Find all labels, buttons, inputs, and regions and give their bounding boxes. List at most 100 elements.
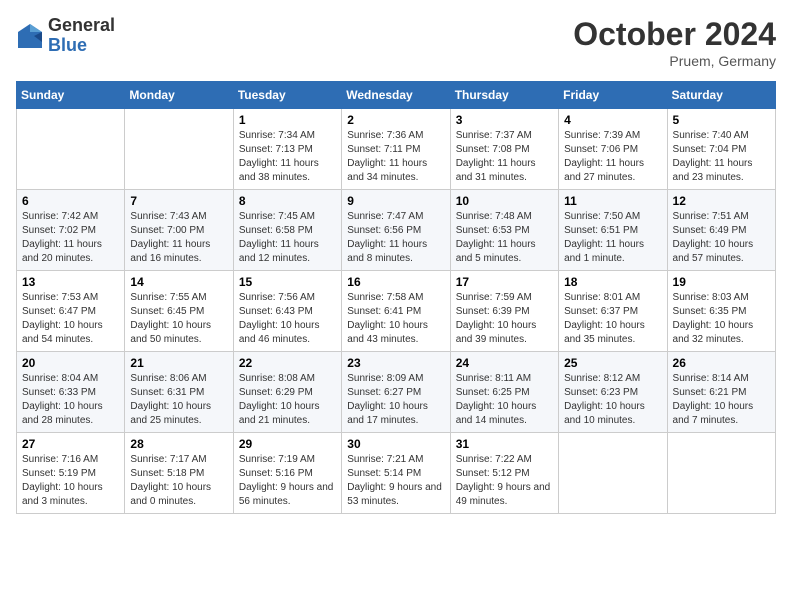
- week-row-2: 6 Sunrise: 7:42 AMSunset: 7:02 PMDaylight…: [17, 190, 776, 271]
- day-number: 4: [564, 113, 661, 127]
- day-number: 29: [239, 437, 336, 451]
- day-cell: 14 Sunrise: 7:55 AMSunset: 6:45 PMDayligh…: [125, 271, 233, 352]
- logo: General Blue: [16, 16, 115, 56]
- header-thursday: Thursday: [450, 82, 558, 109]
- day-cell: 5 Sunrise: 7:40 AMSunset: 7:04 PMDaylight…: [667, 109, 775, 190]
- day-detail: Sunrise: 8:04 AMSunset: 6:33 PMDaylight:…: [22, 372, 119, 428]
- day-cell: 17Sunrise: 7:59 AMSunset: 6:39 PMDayligh…: [450, 271, 558, 352]
- week-row-4: 20 Sunrise: 8:04 AMSunset: 6:33 PMDayligh…: [17, 352, 776, 433]
- day-detail: Sunrise: 7:22 AMSunset: 5:12 PMDaylight:…: [456, 453, 553, 509]
- day-number: 2: [347, 113, 444, 127]
- day-number: 13: [22, 275, 119, 289]
- day-cell: [559, 433, 667, 514]
- day-cell: 29 Sunrise: 7:19 AMSunset: 5:16 PMDayligh…: [233, 433, 341, 514]
- day-cell: 9Sunrise: 7:47 AMSunset: 6:56 PMDaylight…: [342, 190, 450, 271]
- day-detail: Sunrise: 8:11 AMSunset: 6:25 PMDaylight:…: [456, 372, 553, 428]
- day-detail: Sunrise: 7:17 AMSunset: 5:18 PMDaylight:…: [130, 453, 227, 509]
- day-number: 30: [347, 437, 444, 451]
- week-row-5: 27 Sunrise: 7:16 AMSunset: 5:19 PMDayligh…: [17, 433, 776, 514]
- day-detail: Sunrise: 8:06 AMSunset: 6:31 PMDaylight:…: [130, 372, 227, 428]
- day-number: 20: [22, 356, 119, 370]
- day-cell: [125, 109, 233, 190]
- day-detail: Sunrise: 7:48 AMSunset: 6:53 PMDaylight:…: [456, 210, 553, 266]
- day-cell: 15Sunrise: 7:56 AMSunset: 6:43 PMDayligh…: [233, 271, 341, 352]
- day-detail: Sunrise: 7:19 AMSunset: 5:16 PMDaylight:…: [239, 453, 336, 509]
- day-number: 26: [673, 356, 770, 370]
- day-cell: 1 Sunrise: 7:34 AMSunset: 7:13 PMDaylight…: [233, 109, 341, 190]
- day-detail: Sunrise: 8:08 AMSunset: 6:29 PMDaylight:…: [239, 372, 336, 428]
- day-detail: Sunrise: 7:16 AMSunset: 5:19 PMDaylight:…: [22, 453, 119, 509]
- day-cell: 8 Sunrise: 7:45 AMSunset: 6:58 PMDaylight…: [233, 190, 341, 271]
- day-number: 14: [130, 275, 227, 289]
- day-number: 28: [130, 437, 227, 451]
- day-detail: Sunrise: 7:39 AMSunset: 7:06 PMDaylight:…: [564, 129, 661, 185]
- day-cell: 23 Sunrise: 8:09 AMSunset: 6:27 PMDayligh…: [342, 352, 450, 433]
- day-cell: 24 Sunrise: 8:11 AMSunset: 6:25 PMDayligh…: [450, 352, 558, 433]
- day-cell: 19Sunrise: 8:03 AMSunset: 6:35 PMDayligh…: [667, 271, 775, 352]
- header-wednesday: Wednesday: [342, 82, 450, 109]
- day-number: 8: [239, 194, 336, 208]
- day-detail: Sunrise: 7:45 AMSunset: 6:58 PMDaylight:…: [239, 210, 336, 266]
- day-detail: Sunrise: 7:51 AMSunset: 6:49 PMDaylight:…: [673, 210, 770, 266]
- day-detail: Sunrise: 7:55 AMSunset: 6:45 PMDaylight:…: [130, 291, 227, 347]
- day-detail: Sunrise: 7:53 AMSunset: 6:47 PMDaylight:…: [22, 291, 119, 347]
- day-number: 23: [347, 356, 444, 370]
- day-detail: Sunrise: 8:14 AMSunset: 6:21 PMDaylight:…: [673, 372, 770, 428]
- day-cell: 31Sunrise: 7:22 AMSunset: 5:12 PMDayligh…: [450, 433, 558, 514]
- day-detail: Sunrise: 7:36 AMSunset: 7:11 PMDaylight:…: [347, 129, 444, 185]
- day-cell: 18 Sunrise: 8:01 AMSunset: 6:37 PMDayligh…: [559, 271, 667, 352]
- day-detail: Sunrise: 7:21 AMSunset: 5:14 PMDaylight:…: [347, 453, 444, 509]
- day-cell: 16 Sunrise: 7:58 AMSunset: 6:41 PMDayligh…: [342, 271, 450, 352]
- day-detail: Sunrise: 7:34 AMSunset: 7:13 PMDaylight:…: [239, 129, 336, 185]
- header-row: SundayMondayTuesdayWednesdayThursdayFrid…: [17, 82, 776, 109]
- day-number: 16: [347, 275, 444, 289]
- title-block: October 2024 Pruem, Germany: [573, 16, 776, 69]
- day-number: 18: [564, 275, 661, 289]
- day-detail: Sunrise: 7:42 AMSunset: 7:02 PMDaylight:…: [22, 210, 119, 266]
- day-cell: 13 Sunrise: 7:53 AMSunset: 6:47 PMDayligh…: [17, 271, 125, 352]
- day-number: 25: [564, 356, 661, 370]
- day-detail: Sunrise: 7:40 AMSunset: 7:04 PMDaylight:…: [673, 129, 770, 185]
- day-cell: 30 Sunrise: 7:21 AMSunset: 5:14 PMDayligh…: [342, 433, 450, 514]
- day-detail: Sunrise: 7:50 AMSunset: 6:51 PMDaylight:…: [564, 210, 661, 266]
- day-number: 21: [130, 356, 227, 370]
- day-cell: 7 Sunrise: 7:43 AMSunset: 7:00 PMDaylight…: [125, 190, 233, 271]
- calendar-body: 1 Sunrise: 7:34 AMSunset: 7:13 PMDaylight…: [17, 109, 776, 514]
- day-cell: 4 Sunrise: 7:39 AMSunset: 7:06 PMDaylight…: [559, 109, 667, 190]
- day-detail: Sunrise: 8:12 AMSunset: 6:23 PMDaylight:…: [564, 372, 661, 428]
- day-cell: 21 Sunrise: 8:06 AMSunset: 6:31 PMDayligh…: [125, 352, 233, 433]
- day-number: 10: [456, 194, 553, 208]
- header-friday: Friday: [559, 82, 667, 109]
- week-row-3: 13 Sunrise: 7:53 AMSunset: 6:47 PMDayligh…: [17, 271, 776, 352]
- day-number: 1: [239, 113, 336, 127]
- logo-general: General: [48, 16, 115, 36]
- logo-blue: Blue: [48, 36, 115, 56]
- day-cell: 28 Sunrise: 7:17 AMSunset: 5:18 PMDayligh…: [125, 433, 233, 514]
- logo-icon: [16, 22, 44, 50]
- day-number: 3: [456, 113, 553, 127]
- day-cell: [17, 109, 125, 190]
- day-cell: 26 Sunrise: 8:14 AMSunset: 6:21 PMDayligh…: [667, 352, 775, 433]
- day-cell: 2 Sunrise: 7:36 AMSunset: 7:11 PMDaylight…: [342, 109, 450, 190]
- calendar-header: SundayMondayTuesdayWednesdayThursdayFrid…: [17, 82, 776, 109]
- day-cell: 27 Sunrise: 7:16 AMSunset: 5:19 PMDayligh…: [17, 433, 125, 514]
- day-cell: 6 Sunrise: 7:42 AMSunset: 7:02 PMDaylight…: [17, 190, 125, 271]
- day-detail: Sunrise: 7:59 AMSunset: 6:39 PMDaylight:…: [456, 291, 553, 347]
- day-number: 22: [239, 356, 336, 370]
- day-number: 7: [130, 194, 227, 208]
- day-detail: Sunrise: 7:58 AMSunset: 6:41 PMDaylight:…: [347, 291, 444, 347]
- day-detail: Sunrise: 8:09 AMSunset: 6:27 PMDaylight:…: [347, 372, 444, 428]
- day-cell: 3Sunrise: 7:37 AMSunset: 7:08 PMDaylight…: [450, 109, 558, 190]
- day-number: 5: [673, 113, 770, 127]
- day-cell: 12Sunrise: 7:51 AMSunset: 6:49 PMDayligh…: [667, 190, 775, 271]
- month-title: October 2024: [573, 16, 776, 53]
- day-number: 6: [22, 194, 119, 208]
- day-detail: Sunrise: 8:01 AMSunset: 6:37 PMDaylight:…: [564, 291, 661, 347]
- day-number: 27: [22, 437, 119, 451]
- header-monday: Monday: [125, 82, 233, 109]
- day-number: 24: [456, 356, 553, 370]
- logo-text: General Blue: [48, 16, 115, 56]
- day-number: 9: [347, 194, 444, 208]
- day-detail: Sunrise: 7:43 AMSunset: 7:00 PMDaylight:…: [130, 210, 227, 266]
- week-row-1: 1 Sunrise: 7:34 AMSunset: 7:13 PMDaylight…: [17, 109, 776, 190]
